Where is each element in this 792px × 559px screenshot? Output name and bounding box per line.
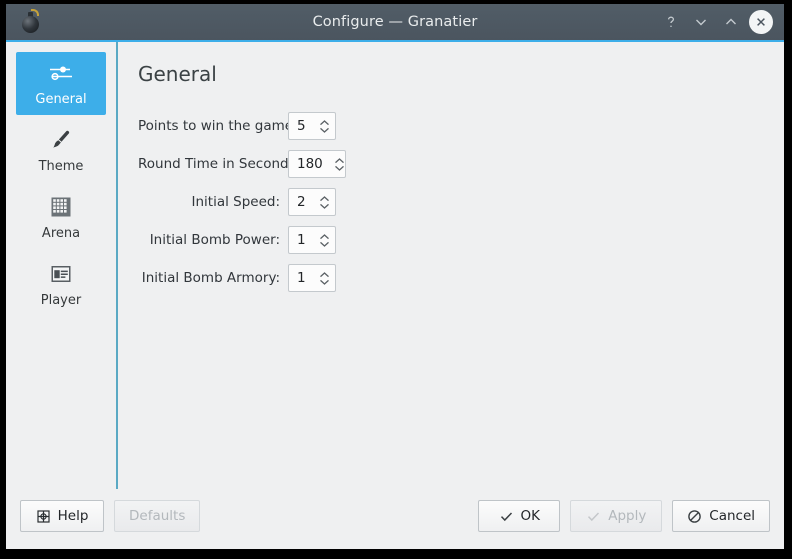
setting-row-bomb-armory: Initial Bomb Armory: 1 (138, 264, 784, 292)
help-button[interactable]: Help (20, 500, 104, 532)
sidebar-item-general[interactable]: General (16, 52, 106, 115)
setting-row-initial-speed: Initial Speed: 2 (138, 188, 784, 216)
configure-dialog-window: Configure — Granatier General Theme Aren… (6, 4, 784, 549)
ok-button-label: OK (520, 508, 540, 524)
dialog-body: General Theme Arena Player General Point… (6, 42, 784, 489)
setting-label: Initial Bomb Armory: (141, 270, 280, 286)
footer-left-buttons: Help Defaults (20, 500, 201, 532)
close-button[interactable] (746, 7, 776, 37)
defaults-button-label: Defaults (129, 508, 186, 524)
points-to-win-spinbox[interactable]: 5 (288, 112, 336, 140)
setting-label: Initial Bomb Power: (149, 232, 280, 248)
setting-label: Round Time in Seconds: (138, 156, 301, 172)
defaults-button[interactable]: Defaults (114, 500, 201, 532)
close-icon (749, 10, 773, 34)
spinbox-value: 1 (297, 270, 306, 286)
help-button-label: Help (57, 508, 89, 524)
spinbox-stepper[interactable] (313, 227, 335, 253)
initial-bomb-armory-spinbox[interactable]: 1 (288, 264, 336, 292)
footer-right-buttons: OK Apply Cancel (478, 500, 770, 532)
spinbox-value: 5 (297, 118, 306, 134)
round-time-spinbox[interactable]: 180 (288, 150, 346, 178)
spinbox-stepper[interactable] (329, 151, 351, 177)
setting-row-points-to-win: Points to win the game: 5 (138, 112, 784, 140)
setting-row-bomb-power: Initial Bomb Power: 1 (138, 226, 784, 254)
settings-panel: General Points to win the game: 5 Round … (116, 42, 784, 489)
sliders-icon (47, 60, 75, 86)
spinbox-value: 180 (297, 156, 323, 172)
cancel-button-label: Cancel (709, 508, 755, 524)
dialog-footer: Help Defaults OK Apply Cancel (6, 489, 784, 549)
sidebar-item-arena[interactable]: Arena (16, 186, 106, 249)
sidebar-item-label: General (35, 92, 87, 107)
maximize-button[interactable] (716, 7, 746, 37)
check-icon (586, 509, 601, 524)
sidebar-item-label: Player (40, 293, 82, 308)
initial-speed-spinbox[interactable]: 2 (288, 188, 336, 216)
page-title: General (138, 62, 217, 86)
window-controls (656, 7, 784, 37)
sidebar-item-label: Theme (38, 159, 84, 174)
bomb-icon (18, 9, 44, 35)
paintbrush-icon (48, 127, 74, 153)
spinbox-stepper[interactable] (313, 265, 335, 291)
title-bar[interactable]: Configure — Granatier (6, 4, 784, 42)
check-icon (499, 509, 514, 524)
settings-sidebar: General Theme Arena Player (6, 42, 116, 489)
setting-label: Initial Speed: (191, 194, 280, 210)
initial-bomb-power-spinbox[interactable]: 1 (288, 226, 336, 254)
setting-label: Points to win the game: (138, 118, 298, 134)
spinbox-stepper[interactable] (313, 113, 335, 139)
sidebar-item-theme[interactable]: Theme (16, 119, 106, 182)
apply-button[interactable]: Apply (570, 500, 663, 532)
ok-button[interactable]: OK (478, 500, 561, 532)
spinbox-stepper[interactable] (313, 189, 335, 215)
cancel-icon (687, 509, 702, 524)
setting-row-round-time: Round Time in Seconds: 180 (138, 150, 784, 178)
help-icon (36, 509, 51, 524)
grid-icon (49, 194, 73, 220)
card-list-icon (49, 261, 73, 287)
spinbox-value: 2 (297, 194, 306, 210)
sidebar-item-label: Arena (41, 226, 81, 241)
cancel-button[interactable]: Cancel (672, 500, 770, 532)
apply-button-label: Apply (608, 508, 647, 524)
spinbox-value: 1 (297, 232, 306, 248)
minimize-button[interactable] (686, 7, 716, 37)
sidebar-item-player[interactable]: Player (16, 253, 106, 316)
help-button[interactable] (656, 7, 686, 37)
